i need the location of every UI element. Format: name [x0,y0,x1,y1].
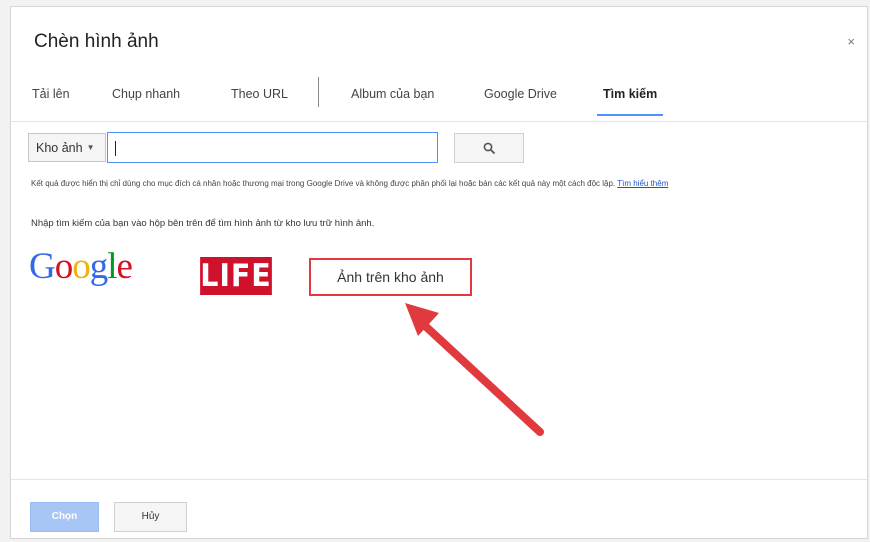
cancel-button[interactable]: Hủy [114,502,187,532]
insert-image-dialog: Chèn hình ảnh × Tải lên Chụp nhanh Theo … [10,6,868,539]
annotation-arrow [405,303,544,436]
select-button[interactable]: Chọn [30,502,99,532]
footer-divider [11,479,867,480]
